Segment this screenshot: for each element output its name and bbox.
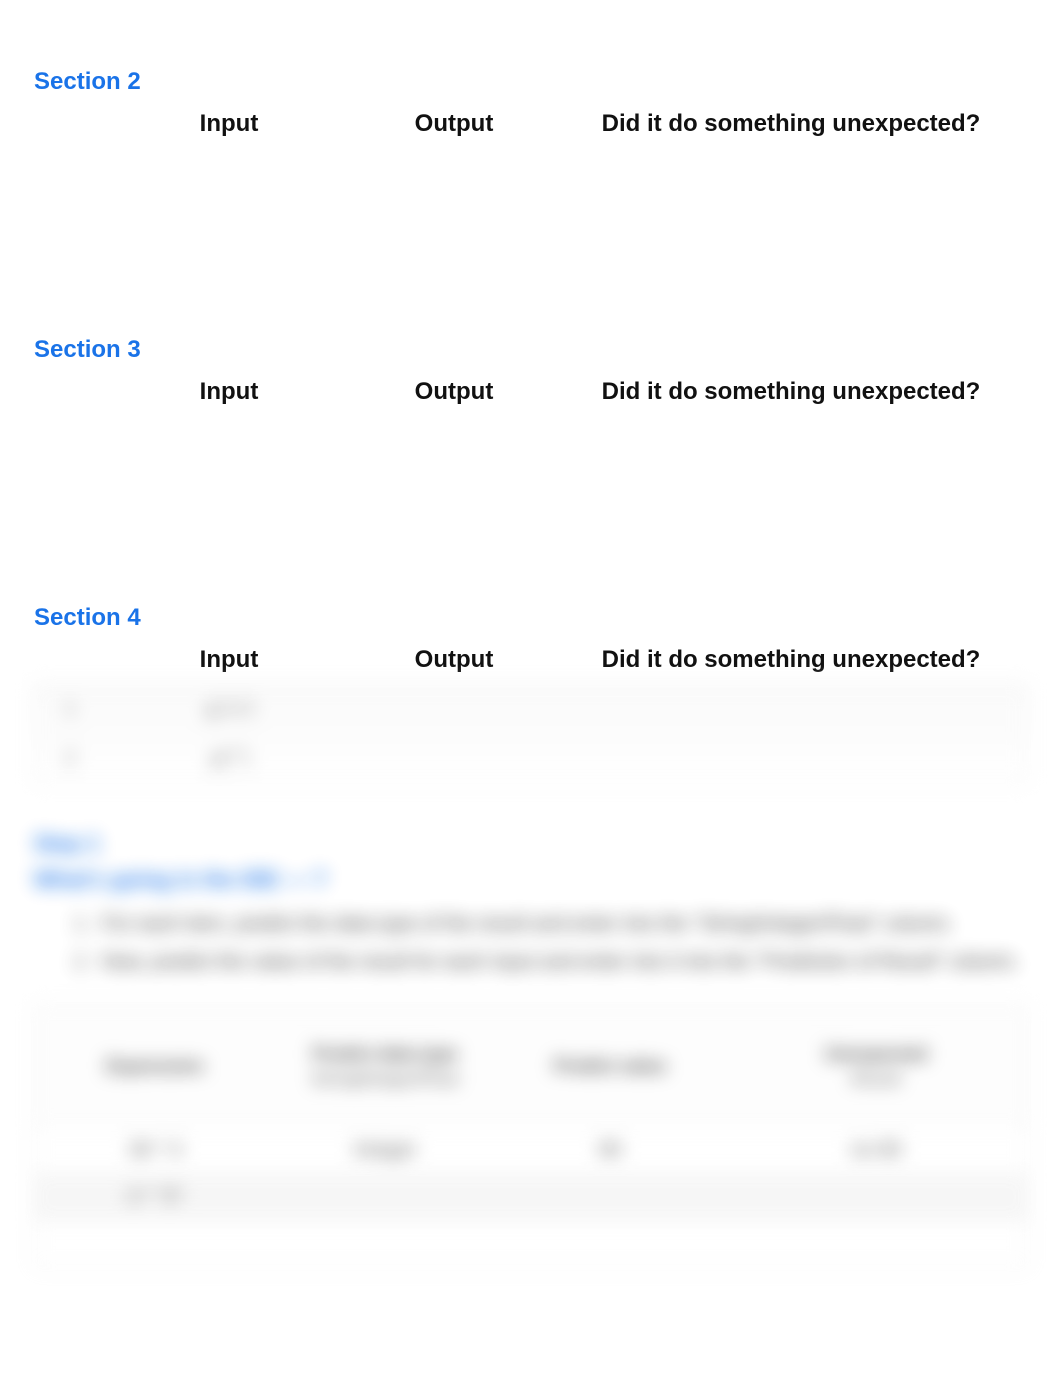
step-heading: Step 1 bbox=[34, 831, 1028, 857]
section-3-header-row: Input Output Did it do something unexpec… bbox=[34, 378, 1028, 406]
prediction-table: Expression Predict data type String/Inte… bbox=[34, 1005, 1028, 1268]
list-item: 1. For each item, predict the data type … bbox=[74, 909, 1028, 939]
section-2-header-output: Output bbox=[354, 110, 554, 138]
step-subheading: What's going in the IDE — ? bbox=[34, 867, 1028, 893]
prediction-table-header: Expression Predict data type String/Inte… bbox=[35, 1006, 1027, 1126]
section-4-header-input: Input bbox=[104, 646, 354, 674]
section-2-header-input: Input bbox=[104, 110, 354, 138]
section-2: Section 2 Input Output Did it do somethi… bbox=[34, 68, 1028, 308]
section-3: Section 3 Input Output Did it do somethi… bbox=[34, 336, 1028, 576]
table-row: 30 * 3 Integer 90 no 90 bbox=[35, 1126, 1027, 1173]
section-3-header-unexpected: Did it do something unexpected? bbox=[554, 378, 1028, 406]
pred-header-expression: Expression bbox=[35, 1056, 275, 1077]
table-row: 1 g("a") bbox=[35, 685, 1027, 733]
pred-header-value: Predict value bbox=[495, 1056, 725, 1077]
section-4-blurred-rows: 1 g("a") 2 g("") Step 1 What's going in … bbox=[34, 684, 1028, 1268]
table-row bbox=[35, 1220, 1027, 1267]
section-2-title: Section 2 bbox=[34, 68, 1028, 96]
table-row: 3 * "3" bbox=[35, 1173, 1027, 1220]
section-3-header-input: Input bbox=[104, 378, 354, 406]
section-4-header-unexpected: Did it do something unexpected? bbox=[554, 646, 1028, 674]
section-4-title: Section 4 bbox=[34, 604, 1028, 632]
pred-header-unexpected: Unexpected Result bbox=[725, 1044, 1027, 1089]
table-row: 2 g("") bbox=[35, 733, 1027, 782]
section-4-header-output: Output bbox=[354, 646, 554, 674]
section-4: Section 4 Input Output Did it do somethi… bbox=[34, 604, 1028, 1268]
section-2-header-unexpected: Did it do something unexpected? bbox=[554, 110, 1028, 138]
pred-header-type: Predict data type String/Integer/Float bbox=[275, 1044, 495, 1089]
step-list: 1. For each item, predict the data type … bbox=[74, 909, 1028, 977]
list-item: 2. Now, predict the value of the result … bbox=[74, 947, 1028, 977]
section-4-header-row: Input Output Did it do something unexpec… bbox=[34, 646, 1028, 674]
section-3-title: Section 3 bbox=[34, 336, 1028, 364]
section-2-header-row: Input Output Did it do something unexpec… bbox=[34, 110, 1028, 138]
section-3-header-output: Output bbox=[354, 378, 554, 406]
